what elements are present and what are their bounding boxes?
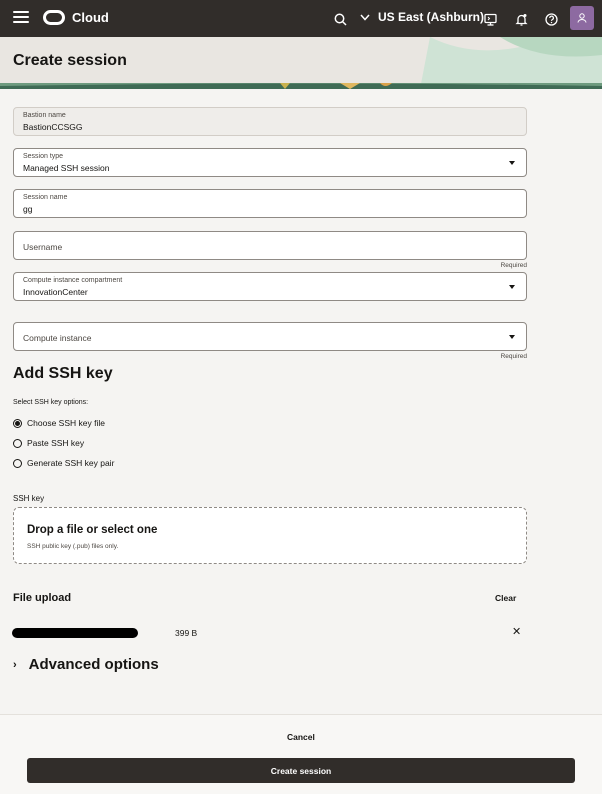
session-name-input[interactable]: Session name gg <box>13 189 527 218</box>
dropdown-caret-icon <box>509 161 515 165</box>
radio-paste-ssh-key[interactable]: Paste SSH key <box>13 438 84 448</box>
file-size: 399 B <box>175 628 198 638</box>
bastion-name-value: BastionCCSGG <box>23 122 83 132</box>
chevron-down-icon <box>360 14 370 21</box>
session-type-value: Managed SSH session <box>23 163 110 173</box>
create-session-button[interactable]: Create session <box>27 758 575 783</box>
session-type-label: Session type <box>23 153 64 160</box>
radio-generate-ssh-key-pair[interactable]: Generate SSH key pair <box>13 458 114 468</box>
file-upload-heading: File upload <box>13 592 72 604</box>
compute-instance-placeholder: Compute instance <box>23 333 92 343</box>
user-icon <box>577 13 587 23</box>
radio-selected-icon <box>13 418 22 428</box>
oracle-logo-icon[interactable] <box>43 10 65 25</box>
form-footer: Cancel Create session <box>0 714 602 794</box>
clear-button[interactable]: Clear <box>495 593 516 603</box>
dropdown-caret-icon <box>509 285 515 289</box>
notifications-bell-icon[interactable] <box>511 9 531 29</box>
advanced-options-toggle[interactable]: › Advanced options <box>13 656 159 673</box>
dropzone-title: Drop a file or select one <box>27 524 158 536</box>
username-input[interactable]: Username <box>13 231 527 260</box>
radio-label: Paste SSH key <box>27 438 85 448</box>
dropdown-caret-icon <box>509 335 515 339</box>
compartment-label: Compute instance compartment <box>23 277 123 284</box>
ssh-options-label: Select SSH key options: <box>13 399 89 406</box>
menu-icon[interactable] <box>13 11 29 25</box>
radio-choose-ssh-key-file[interactable]: Choose SSH key file <box>13 418 105 428</box>
page-header: Create session <box>0 37 602 89</box>
radio-label: Choose SSH key file <box>27 418 105 428</box>
radio-unselected-icon <box>13 438 22 448</box>
compute-instance-required-hint: Required <box>500 353 527 360</box>
search-icon[interactable] <box>330 9 350 29</box>
radio-unselected-icon <box>13 458 22 468</box>
compute-instance-select[interactable]: Compute instance <box>13 322 527 351</box>
chevron-right-icon: › <box>13 658 17 671</box>
bastion-name-field: Bastion name BastionCCSGG <box>13 107 527 136</box>
bastion-name-label: Bastion name <box>23 112 66 119</box>
username-placeholder: Username <box>23 242 63 252</box>
add-ssh-key-heading: Add SSH key <box>13 365 113 382</box>
top-navigation-bar: Cloud US East (Ashburn) <box>0 0 602 37</box>
dropzone-subtitle: SSH public key (.pub) files only. <box>27 543 119 550</box>
region-selector[interactable]: US East (Ashburn) <box>360 10 484 24</box>
region-name: US East (Ashburn) <box>378 10 485 24</box>
username-required-hint: Required <box>500 262 527 269</box>
radio-label: Generate SSH key pair <box>27 458 115 468</box>
compartment-value: InnovationCenter <box>23 287 88 297</box>
ssh-key-label: SSH key <box>13 494 45 503</box>
cancel-button[interactable]: Cancel <box>287 732 315 742</box>
brand-name[interactable]: Cloud <box>72 10 109 25</box>
user-avatar[interactable] <box>570 6 594 30</box>
compartment-select[interactable]: Compute instance compartment InnovationC… <box>13 272 527 301</box>
redacted-file-name <box>12 628 138 638</box>
session-name-value: gg <box>23 204 33 214</box>
ssh-key-file-dropzone[interactable]: Drop a file or select one SSH public key… <box>13 507 527 564</box>
cloud-shell-icon[interactable] <box>480 9 500 29</box>
session-type-select[interactable]: Session type Managed SSH session <box>13 148 527 177</box>
advanced-options-label: Advanced options <box>28 656 159 673</box>
remove-file-close-icon[interactable]: ✕ <box>512 625 521 638</box>
page-title: Create session <box>13 52 127 69</box>
help-icon[interactable] <box>541 9 561 29</box>
session-name-label: Session name <box>23 194 68 201</box>
